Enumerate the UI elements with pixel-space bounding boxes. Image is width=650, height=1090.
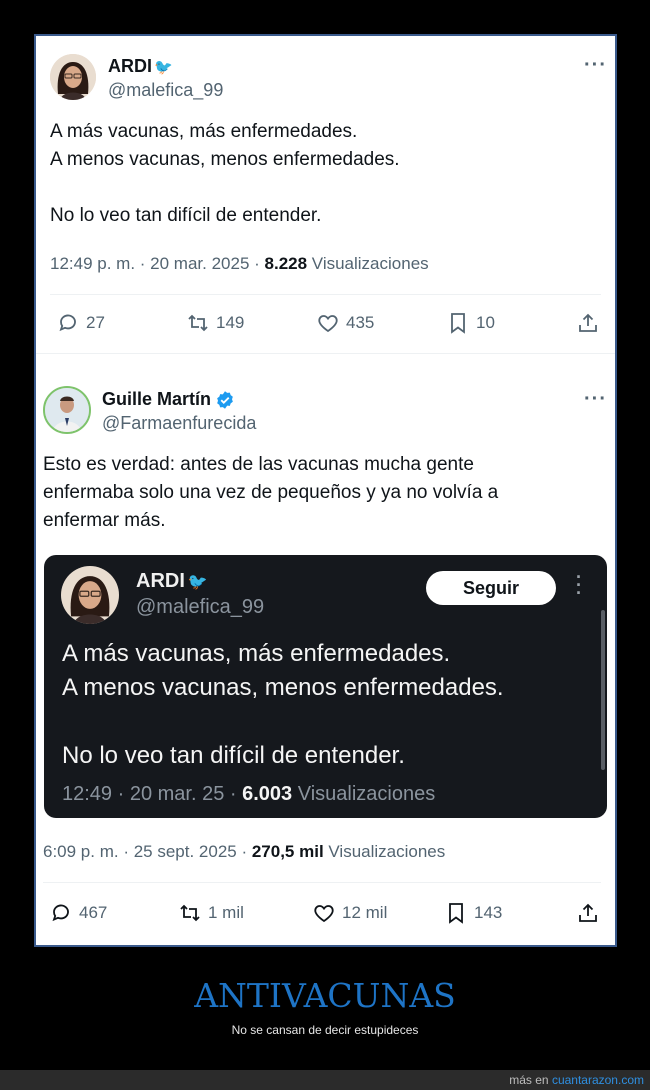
- views-count: 270,5 mil: [251, 842, 324, 861]
- retweet-count: 1 mil: [208, 903, 244, 922]
- reply-count: 27: [86, 313, 105, 332]
- views-label: Visualizaciones: [323, 842, 446, 861]
- bookmark-button[interactable]: 10: [446, 311, 495, 335]
- reply-button[interactable]: 467: [49, 901, 107, 925]
- verified-badge-icon: [217, 390, 233, 409]
- share-button[interactable]: [576, 901, 600, 925]
- tweet-reply[interactable]: Guille Martín @Farmaenfurecida ··· Esto …: [36, 354, 615, 945]
- footer-bar: más en cuantarazon.com: [0, 1070, 650, 1090]
- author-handle[interactable]: @malefica_99: [108, 80, 223, 101]
- embed-avatar: [61, 566, 119, 624]
- bookmark-icon: [449, 903, 463, 924]
- bookmark-icon: [451, 313, 465, 334]
- embed-views-label: Visualizaciones: [292, 783, 436, 805]
- retweet-button[interactable]: 149: [186, 311, 244, 335]
- tweet-text: Esto es verdad: antes de las vacunas muc…: [43, 454, 499, 531]
- embed-more-icon: · · ·: [576, 567, 582, 603]
- bookmark-button[interactable]: 143: [444, 901, 502, 925]
- avatar-portrait-icon: [61, 566, 119, 624]
- author-name[interactable]: ARDI 🐦: [108, 56, 173, 77]
- embed-author-name-text: ARDI: [136, 570, 185, 592]
- divider: [43, 882, 601, 883]
- tweet-timestamp[interactable]: 12:49 p. m. · 20 mar. 2025 ·: [50, 254, 265, 273]
- screenshot-frame: ARDI 🐦 @malefica_99 ··· A más vacunas, má…: [34, 34, 617, 947]
- author-name[interactable]: Guille Martín: [102, 389, 235, 410]
- tweet-timestamp[interactable]: 6:09 p. m. · 25 sept. 2025 ·: [43, 842, 252, 861]
- bookmark-count: 143: [474, 903, 503, 922]
- retweet-count: 149: [216, 313, 245, 332]
- share-button[interactable]: [576, 311, 600, 335]
- reply-icon: [52, 904, 69, 922]
- like-button[interactable]: 435: [316, 311, 374, 335]
- retweet-icon: [180, 904, 200, 922]
- tweet-meta: 12:49 p. m. · 20 mar. 2025 · 8.228 Visua…: [50, 254, 429, 274]
- like-count: 12 mil: [342, 903, 388, 922]
- share-icon: [579, 313, 597, 332]
- reply-icon: [59, 314, 76, 332]
- like-button[interactable]: 12 mil: [312, 901, 387, 925]
- views-count: 8.228: [264, 254, 308, 273]
- reply-count: 467: [79, 903, 108, 922]
- site-link[interactable]: cuantarazon.com: [552, 1073, 644, 1087]
- footer-text: más en cuantarazon.com: [509, 1073, 644, 1087]
- divider: [50, 294, 601, 295]
- caption-subtitle: No se cansan de decir estupideces: [231, 1023, 419, 1037]
- heart-icon: [314, 905, 334, 923]
- footer-prefix: más en: [509, 1073, 552, 1087]
- embed-author-handle: @malefica_99: [136, 596, 265, 618]
- retweet-button[interactable]: 1 mil: [178, 901, 244, 925]
- tweet-text: A más vacunas, más enfermedades. A menos…: [50, 121, 400, 226]
- caption-title: ANTIVACUNAS: [194, 976, 456, 1015]
- more-options-icon[interactable]: ···: [584, 388, 607, 411]
- tweet-meta: 6:09 p. m. · 25 sept. 2025 · 270,5 mil V…: [43, 842, 445, 862]
- embed-scrollbar: [601, 610, 605, 770]
- avatar-portrait-icon: [50, 54, 96, 100]
- heart-icon: [318, 315, 338, 333]
- author-name-text: Guille Martín: [102, 389, 212, 409]
- bird-emoji-icon: 🐦: [154, 59, 173, 76]
- more-options-icon[interactable]: ···: [584, 54, 607, 77]
- author-name-text: ARDI: [108, 56, 152, 76]
- views-label: Visualizaciones: [307, 254, 429, 273]
- tweet-original[interactable]: ARDI 🐦 @malefica_99 ··· A más vacunas, má…: [36, 36, 615, 354]
- author-handle[interactable]: @Farmaenfurecida: [102, 413, 256, 434]
- embed-views-count: 6.003: [242, 783, 293, 805]
- like-count: 435: [346, 313, 375, 332]
- follow-button: Seguir: [426, 571, 556, 605]
- bird-emoji-icon: 🐦: [187, 574, 208, 591]
- embed-tweet-text: A más vacunas, más enfermedades. A menos…: [62, 640, 504, 769]
- bookmark-count: 10: [476, 313, 495, 332]
- embedded-tweet-screenshot[interactable]: ARDI 🐦 @malefica_99 Seguir · · · A más vacu…: [44, 555, 607, 818]
- reply-button[interactable]: 27: [56, 311, 105, 335]
- retweet-icon: [188, 314, 208, 332]
- avatar-guille[interactable]: [43, 386, 91, 434]
- embed-tweet-meta: 12:49 · 20 mar. 25 · 6.003 Visualizacion…: [62, 783, 435, 806]
- share-icon: [579, 903, 597, 922]
- avatar-portrait-icon: [45, 388, 89, 432]
- avatar-ardi[interactable]: [50, 54, 96, 100]
- embed-timestamp: 12:49 · 20 mar. 25 ·: [62, 783, 243, 805]
- embed-author-name: ARDI 🐦: [136, 570, 208, 593]
